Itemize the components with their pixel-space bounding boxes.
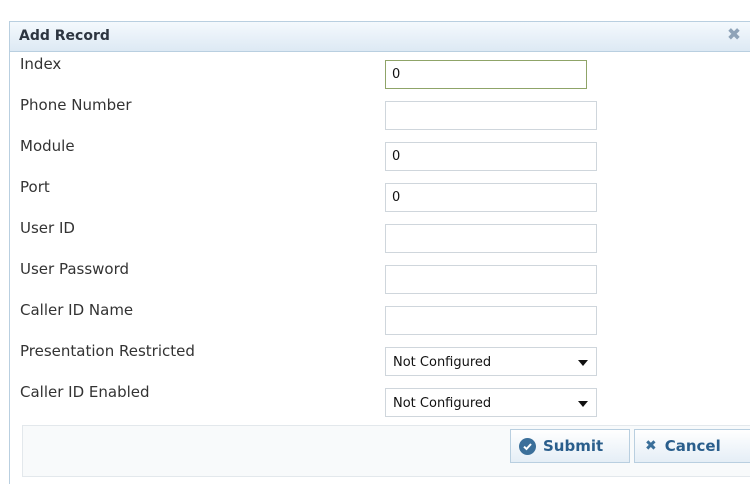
form-row-caller-id-enabled: Caller ID Enabled Not Configured xyxy=(10,380,750,421)
user-password-input[interactable] xyxy=(385,265,597,294)
form-row-caller-id-name: Caller ID Name xyxy=(10,298,750,339)
cancel-button[interactable]: ✖ Cancel xyxy=(634,429,750,463)
add-record-dialog: Add Record ✖ Index Phone Number Module P… xyxy=(9,21,750,484)
close-icon: ✖ xyxy=(645,438,657,454)
user-password-label: User Password xyxy=(20,260,130,278)
caller-id-name-input[interactable] xyxy=(385,306,597,335)
form-row-user-id: User ID xyxy=(10,216,750,257)
form-row-port: Port xyxy=(10,175,750,216)
phone-number-label: Phone Number xyxy=(20,96,132,114)
check-circle-icon xyxy=(519,437,536,455)
module-input[interactable] xyxy=(385,142,597,171)
port-label: Port xyxy=(20,178,50,196)
caller-id-enabled-label: Caller ID Enabled xyxy=(20,383,150,401)
presentation-restricted-label: Presentation Restricted xyxy=(20,342,195,360)
dialog-titlebar: Add Record ✖ xyxy=(10,22,750,52)
form-row-module: Module xyxy=(10,134,750,175)
form-row-user-password: User Password xyxy=(10,257,750,298)
submit-button[interactable]: Submit xyxy=(510,429,630,463)
index-input[interactable] xyxy=(385,60,587,89)
close-icon[interactable]: ✖ xyxy=(724,25,744,45)
caller-id-name-label: Caller ID Name xyxy=(20,301,134,319)
submit-label: Submit xyxy=(543,437,604,455)
chevron-down-icon xyxy=(578,360,588,366)
chevron-down-icon xyxy=(578,401,588,407)
user-id-input[interactable] xyxy=(385,224,597,253)
caller-id-enabled-select[interactable]: Not Configured xyxy=(385,388,597,417)
dialog-title: Add Record xyxy=(19,28,110,44)
dialog-footer: Submit ✖ Cancel xyxy=(22,425,750,477)
form-row-presentation-restricted: Presentation Restricted Not Configured xyxy=(10,339,750,380)
presentation-restricted-value: Not Configured xyxy=(393,355,492,370)
user-id-label: User ID xyxy=(20,219,75,237)
presentation-restricted-select[interactable]: Not Configured xyxy=(385,347,597,376)
form-row-phone-number: Phone Number xyxy=(10,93,750,134)
module-label: Module xyxy=(20,137,75,155)
port-input[interactable] xyxy=(385,183,597,212)
caller-id-enabled-value: Not Configured xyxy=(393,396,492,411)
form-row-index: Index xyxy=(10,52,750,93)
cancel-label: Cancel xyxy=(664,437,721,455)
index-label: Index xyxy=(20,55,62,73)
phone-number-input[interactable] xyxy=(385,101,597,130)
